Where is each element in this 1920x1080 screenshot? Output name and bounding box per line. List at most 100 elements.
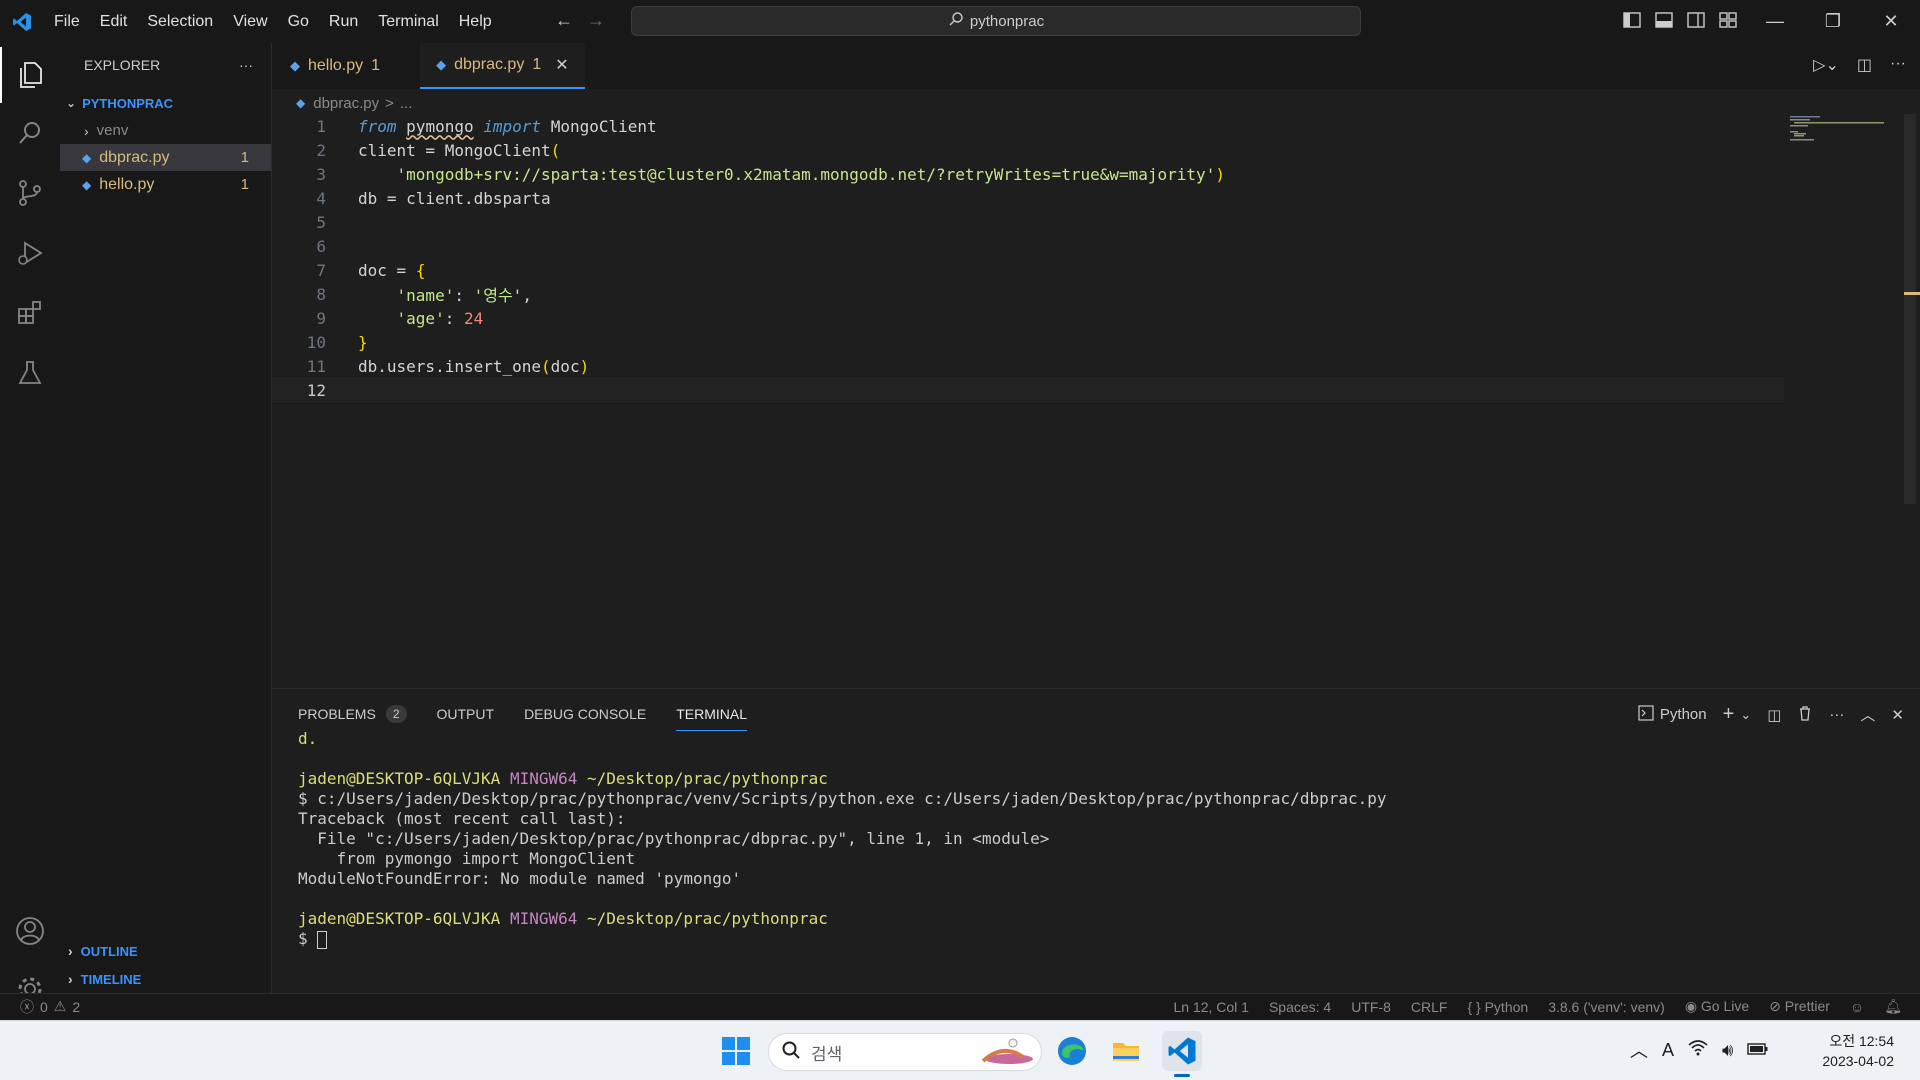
split-editor-icon[interactable]: ◫ bbox=[1857, 55, 1872, 75]
taskbar-clock[interactable]: 오전 12:54 2023-04-02 bbox=[1822, 1031, 1894, 1071]
line-number: 4 bbox=[316, 188, 326, 208]
outline-section[interactable]: › OUTLINE bbox=[60, 938, 272, 964]
more-actions-icon[interactable]: ··· bbox=[1890, 55, 1906, 75]
tab-problems[interactable]: PROBLEMS 2 bbox=[298, 697, 407, 731]
menu-terminal[interactable]: Terminal bbox=[368, 0, 448, 43]
close-window-icon[interactable]: ✕ bbox=[1862, 0, 1920, 43]
file-encoding[interactable]: UTF-8 bbox=[1351, 999, 1391, 1015]
account-icon[interactable] bbox=[0, 903, 60, 959]
breadcrumb: ◆ dbprac.py > ... bbox=[296, 92, 412, 114]
vscode-taskbar-icon[interactable] bbox=[1162, 1031, 1202, 1077]
toggle-secondary-sidebar-icon[interactable] bbox=[1686, 10, 1706, 30]
operator: : bbox=[444, 308, 464, 328]
tree-item-hello[interactable]: ◆ hello.py 1 bbox=[60, 171, 271, 198]
close-panel-icon[interactable]: ✕ bbox=[1891, 706, 1904, 724]
workspace-folder[interactable]: ⌄ PYTHONPRAC bbox=[60, 91, 271, 115]
back-arrow-icon[interactable]: ← bbox=[555, 10, 573, 31]
breadcrumb-symbol[interactable]: ... bbox=[400, 95, 413, 112]
notifications-bell-icon[interactable]: 🔔︎ bbox=[1884, 998, 1902, 1015]
run-and-debug-icon[interactable] bbox=[0, 225, 60, 281]
menu-edit[interactable]: Edit bbox=[90, 0, 138, 43]
python-file-icon: ◆ bbox=[436, 57, 447, 72]
new-terminal-plus-icon[interactable]: + bbox=[1723, 703, 1735, 726]
indentation[interactable]: Spaces: 4 bbox=[1269, 999, 1331, 1015]
menu-go[interactable]: Go bbox=[278, 0, 319, 43]
close-icon[interactable]: ✕ bbox=[555, 55, 568, 75]
terminal-input-line[interactable]: $ bbox=[298, 929, 1898, 949]
forward-arrow-icon[interactable]: → bbox=[587, 10, 605, 31]
command-center-search[interactable]: pythonprac bbox=[631, 6, 1361, 36]
status-problems[interactable]: ⓧ 0 ⚠ 2 bbox=[20, 997, 80, 1017]
search-icon[interactable] bbox=[0, 105, 60, 161]
trash-icon[interactable] bbox=[1797, 705, 1813, 725]
terminal-icon bbox=[1638, 704, 1654, 725]
terminal-line: File "c:/Users/jaden/Desktop/prac/python… bbox=[298, 829, 1050, 848]
tree-item-venv[interactable]: › venv bbox=[60, 117, 271, 144]
code-line-3: 3 'mongodb+srv://sparta:test@cluster0.x2… bbox=[272, 162, 1782, 186]
toggle-panel-icon[interactable] bbox=[1654, 10, 1674, 30]
go-live-button[interactable]: ◉ Go Live bbox=[1685, 998, 1749, 1015]
explorer-icon[interactable] bbox=[0, 47, 60, 103]
code-editor[interactable]: 1 from pymongo import MongoClient 2 clie… bbox=[272, 114, 1902, 674]
minimize-icon[interactable]: — bbox=[1746, 0, 1804, 43]
testing-flask-icon[interactable] bbox=[0, 345, 60, 401]
customize-layout-icon[interactable] bbox=[1718, 10, 1738, 30]
tab-debug-console[interactable]: DEBUG CONSOLE bbox=[524, 697, 646, 731]
menu-file[interactable]: File bbox=[44, 0, 90, 43]
tree-item-dbprac[interactable]: ◆ dbprac.py 1 bbox=[60, 144, 271, 171]
tab-output[interactable]: OUTPUT bbox=[437, 697, 495, 731]
line-number: 9 bbox=[316, 308, 326, 328]
menu-help[interactable]: Help bbox=[449, 0, 502, 43]
battery-icon[interactable] bbox=[1747, 1040, 1769, 1061]
prettier-button[interactable]: ⊘ Prettier bbox=[1769, 998, 1830, 1015]
code-line-1: 1 from pymongo import MongoClient bbox=[272, 114, 1782, 138]
cursor-position[interactable]: Ln 12, Col 1 bbox=[1173, 999, 1249, 1015]
volume-icon[interactable]: 🔊︎ bbox=[1722, 1040, 1733, 1061]
terminal-profile[interactable]: Python bbox=[1638, 704, 1707, 725]
terminal-output[interactable]: d. jaden@DESKTOP-6QLVJKA MINGW64 ~/Deskt… bbox=[298, 729, 1898, 949]
end-of-line[interactable]: CRLF bbox=[1411, 999, 1448, 1015]
line-number: 3 bbox=[316, 164, 326, 184]
file-explorer-icon[interactable] bbox=[1106, 1031, 1146, 1071]
prompt-shell: MINGW64 bbox=[509, 909, 578, 928]
bracket: { bbox=[415, 260, 426, 280]
panel-tabs: PROBLEMS 2 OUTPUT DEBUG CONSOLE TERMINAL bbox=[298, 697, 747, 731]
menu-selection[interactable]: Selection bbox=[137, 0, 223, 43]
line-number: 1 bbox=[316, 116, 326, 136]
scrollbar-warning-marker bbox=[1904, 292, 1920, 295]
code-line-4: 4 db = client.dbsparta bbox=[272, 186, 1782, 210]
source-control-icon[interactable] bbox=[0, 165, 60, 221]
minimap[interactable] bbox=[1790, 114, 1900, 144]
tab-terminal[interactable]: TERMINAL bbox=[676, 697, 747, 731]
extensions-icon[interactable] bbox=[0, 285, 60, 341]
edge-browser-icon[interactable] bbox=[1052, 1031, 1092, 1071]
feedback-icon[interactable]: ☺ bbox=[1850, 999, 1864, 1015]
breadcrumb-file[interactable]: dbprac.py bbox=[313, 95, 379, 112]
toggle-primary-sidebar-icon[interactable] bbox=[1622, 10, 1642, 30]
python-interpreter[interactable]: 3.8.6 ('venv': venv) bbox=[1548, 999, 1665, 1015]
split-terminal-icon[interactable]: ◫ bbox=[1767, 706, 1781, 724]
tab-hello[interactable]: ◆ hello.py 1 bbox=[272, 43, 396, 89]
language-mode[interactable]: { } Python bbox=[1467, 999, 1528, 1015]
restore-icon[interactable]: ❐ bbox=[1804, 0, 1862, 43]
explorer-more-actions[interactable]: ··· bbox=[239, 57, 253, 73]
windows-start-icon[interactable] bbox=[720, 1035, 752, 1067]
windows-taskbar: 검색 ︿ A 🔊︎ 오전 12:54 2023-04-02 bbox=[0, 1020, 1920, 1080]
line-number: 6 bbox=[316, 236, 326, 256]
timeline-section[interactable]: › TIMELINE bbox=[60, 966, 272, 992]
menu-view[interactable]: View bbox=[223, 0, 277, 43]
run-python-icon[interactable]: ▷⌄ bbox=[1813, 55, 1839, 75]
status-bar: ⓧ 0 ⚠ 2 Ln 12, Col 1 Spaces: 4 UTF-8 CRL… bbox=[0, 993, 1920, 1019]
more-actions-icon[interactable]: ··· bbox=[1829, 706, 1844, 723]
wifi-icon[interactable] bbox=[1688, 1039, 1708, 1062]
input-method-indicator[interactable]: A bbox=[1662, 1040, 1674, 1061]
taskbar-search[interactable]: 검색 bbox=[768, 1033, 1042, 1071]
show-hidden-icons-chevron-icon[interactable]: ︿ bbox=[1630, 1037, 1648, 1063]
maximize-panel-icon[interactable]: ︿ bbox=[1860, 704, 1875, 725]
code-text: db = client.dbsparta bbox=[358, 188, 551, 208]
tab-dbprac[interactable]: ◆ dbprac.py 1 ✕ bbox=[420, 43, 585, 89]
editor-scrollbar[interactable] bbox=[1904, 114, 1916, 504]
clock-time: 오전 12:54 bbox=[1829, 1033, 1894, 1049]
chevron-down-icon[interactable]: ⌄ bbox=[1740, 707, 1751, 723]
menu-run[interactable]: Run bbox=[319, 0, 368, 43]
